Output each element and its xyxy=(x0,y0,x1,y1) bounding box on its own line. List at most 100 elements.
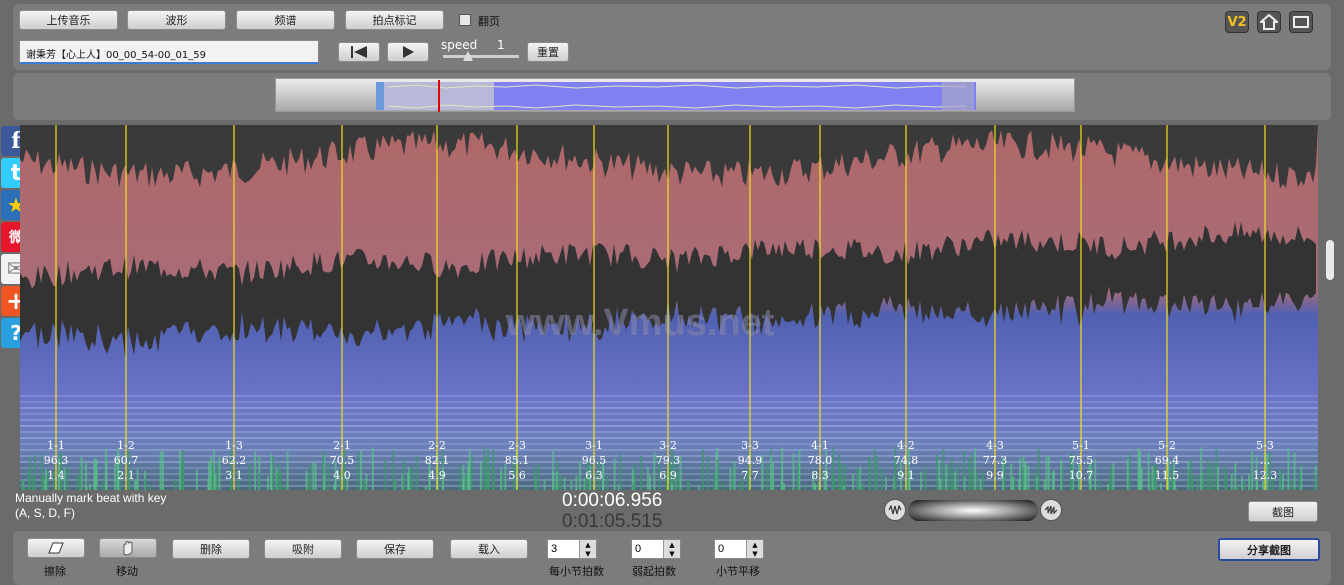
beat-label: 2-3 85.1 5.6 xyxy=(497,438,537,483)
total-time: 0:01:05.515 xyxy=(562,511,663,532)
hint-line-2: (A, S, D, F) xyxy=(15,506,75,520)
beat-label: 5-1 75.5 10.7 xyxy=(1061,438,1101,483)
upload-music-button[interactable]: 上传音乐 xyxy=(19,10,118,30)
beat-time: 3.1 xyxy=(225,469,243,482)
skip-back-icon xyxy=(351,46,367,58)
bar-shift-stepper[interactable]: ▲ ▼ xyxy=(714,539,764,559)
beat-label: 1-2 60.7 2.1 xyxy=(106,438,146,483)
waveform-button[interactable]: 波形 xyxy=(127,10,226,30)
beat-mark-button[interactable]: 拍点标记 xyxy=(345,10,444,30)
beat-time: 9.9 xyxy=(986,469,1004,482)
move-button[interactable] xyxy=(99,538,157,558)
current-time: 0:00:06.956 xyxy=(562,490,663,511)
spectrum-button[interactable]: 频谱 xyxy=(236,10,335,30)
overview-track[interactable] xyxy=(275,78,1075,112)
beats-per-bar-stepper[interactable]: ▲ ▼ xyxy=(547,539,597,559)
beat-id: 2-1 xyxy=(333,439,351,452)
home-icon[interactable] xyxy=(1257,11,1281,33)
beat-time: 9.1 xyxy=(897,469,915,482)
beat-bpm: 96.3 xyxy=(43,454,69,467)
stepper-up-icon[interactable]: ▲ xyxy=(746,540,763,549)
beat-bpm: 96.5 xyxy=(581,454,607,467)
beat-time: 10.7 xyxy=(1068,469,1094,482)
stepper-up-icon[interactable]: ▲ xyxy=(663,540,680,549)
stepper-up-icon[interactable]: ▲ xyxy=(579,540,596,549)
beat-id: 4-2 xyxy=(897,439,915,452)
beat-id: 1-1 xyxy=(47,439,65,452)
zoom-track[interactable] xyxy=(908,500,1038,521)
beat-time: 8.3 xyxy=(811,469,829,482)
beat-bpm: 79.3 xyxy=(655,454,681,467)
beat-id: 5-2 xyxy=(1158,439,1176,452)
beat-bpm: 60.7 xyxy=(113,454,139,467)
stepper-down-icon[interactable]: ▼ xyxy=(663,549,680,558)
beat-id: 4-3 xyxy=(986,439,1004,452)
beat-bpm: 69.4 xyxy=(1154,454,1180,467)
move-label: 移动 xyxy=(116,565,138,578)
track-title-field[interactable]: 谢秉芳【心上人】00_00_54-00_01_59 xyxy=(19,40,319,64)
screenshot-button[interactable]: 截图 xyxy=(1248,501,1318,522)
beat-time: 2.1 xyxy=(117,469,135,482)
snap-button[interactable]: 吸附 xyxy=(264,539,342,559)
beat-id: 3-2 xyxy=(659,439,677,452)
beat-time: 12.3 xyxy=(1252,469,1278,482)
move-hand-icon xyxy=(123,541,133,556)
beat-label: 5-2 69.4 11.5 xyxy=(1147,438,1187,483)
v2-icon[interactable]: V2 xyxy=(1225,11,1249,33)
speed-value: 1 xyxy=(497,38,505,52)
beat-time: 1.4 xyxy=(47,469,65,482)
beat-label: 1-3 62.2 3.1 xyxy=(214,438,254,483)
beat-id: 1-2 xyxy=(117,439,135,452)
speed-label: speed xyxy=(441,38,478,52)
beat-time: 5.6 xyxy=(508,469,526,482)
beat-time: 6.3 xyxy=(585,469,603,482)
fullscreen-icon[interactable] xyxy=(1289,11,1313,33)
beat-id: 5-3 xyxy=(1256,439,1274,452)
save-button[interactable]: 保存 xyxy=(356,539,434,559)
beat-time: 7.7 xyxy=(741,469,759,482)
beat-label: 5-3... 12.3 xyxy=(1245,438,1285,483)
stepper-down-icon[interactable]: ▼ xyxy=(579,549,596,558)
bar-shift-label: 小节平移 xyxy=(716,565,760,578)
beat-bpm: 94.9 xyxy=(737,454,763,467)
speed-slider[interactable] xyxy=(443,51,519,61)
spectrogram-canvas: www.Vmus.net xyxy=(20,125,1318,490)
zoom-out-icon[interactable] xyxy=(884,499,906,521)
zoom-in-icon[interactable] xyxy=(1040,499,1062,521)
vertical-scroll-handle[interactable] xyxy=(1326,240,1334,280)
beat-id: 3-1 xyxy=(585,439,603,452)
beat-time: 4.9 xyxy=(428,469,446,482)
rewind-button[interactable] xyxy=(338,42,380,62)
beat-bpm: 75.5 xyxy=(1068,454,1094,467)
beat-label: 2-1 70.5 4.0 xyxy=(322,438,362,483)
pickup-beats-stepper[interactable]: ▲ ▼ xyxy=(631,539,681,559)
speed-slider-thumb[interactable] xyxy=(463,51,473,61)
zoom-slider[interactable] xyxy=(884,499,1062,523)
v2-label: V2 xyxy=(1227,14,1247,30)
page-flip-checkbox[interactable] xyxy=(459,14,471,26)
load-button[interactable]: 载入 xyxy=(450,539,528,559)
eraser-icon xyxy=(48,542,64,554)
erase-button[interactable] xyxy=(27,538,85,558)
beat-label: 4-3 77.3 9.9 xyxy=(975,438,1015,483)
beat-label: 4-1 78.0 8.3 xyxy=(800,438,840,483)
overview-waveform xyxy=(376,80,976,112)
beat-bpm: 78.0 xyxy=(807,454,833,467)
delete-button[interactable]: 删除 xyxy=(172,539,250,559)
beat-bpm: 74.8 xyxy=(893,454,919,467)
beat-label: 2-2 82.1 4.9 xyxy=(417,438,457,483)
share-screenshot-button[interactable]: 分享截图 xyxy=(1218,538,1320,561)
stepper-down-icon[interactable]: ▼ xyxy=(746,549,763,558)
beat-bpm: ... xyxy=(1259,454,1271,467)
reset-button[interactable]: 重置 xyxy=(527,42,569,62)
beat-time: 6.9 xyxy=(659,469,677,482)
beat-time: 11.5 xyxy=(1154,469,1180,482)
play-icon xyxy=(403,46,414,58)
beat-bpm: 85.1 xyxy=(504,454,530,467)
beat-id: 2-2 xyxy=(428,439,446,452)
beat-time: 4.0 xyxy=(333,469,351,482)
waveform-view[interactable]: www.Vmus.net 1-1 96.3 1.4 1-2 60.7 2.1 1-3 62.2… xyxy=(20,125,1318,490)
beat-bpm: 82.1 xyxy=(424,454,450,467)
play-button[interactable] xyxy=(387,42,429,62)
hint-line-1: Manually mark beat with key xyxy=(15,491,167,505)
